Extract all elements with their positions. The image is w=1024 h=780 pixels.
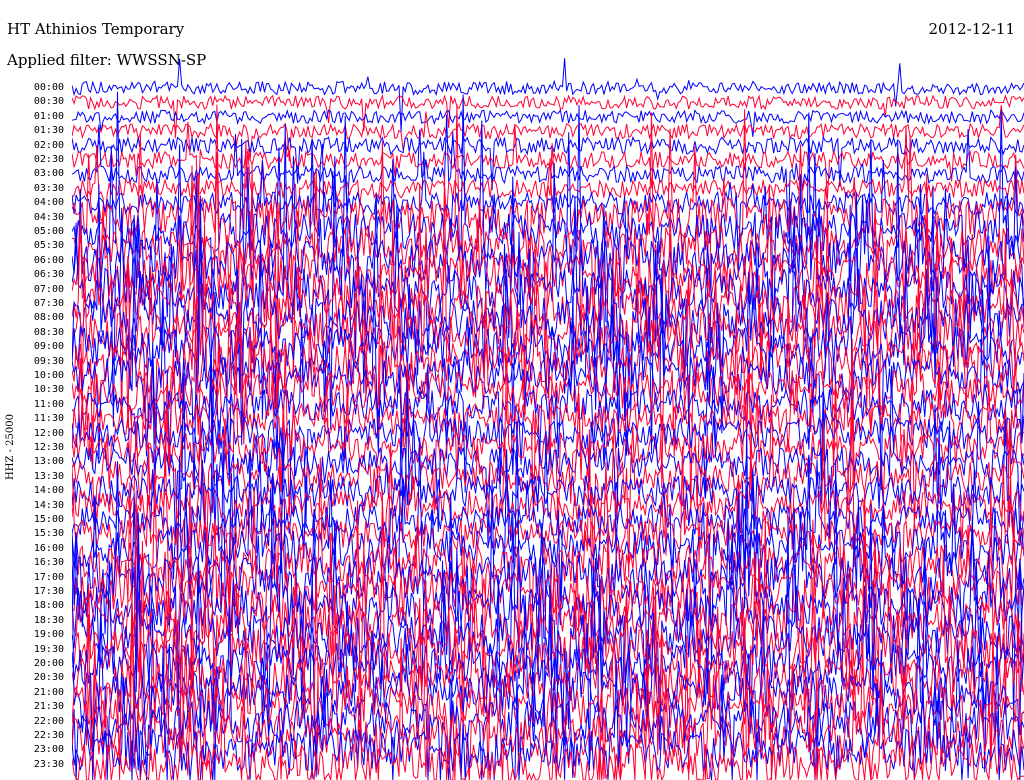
time-tick-label: 20:00 (33, 658, 64, 669)
time-tick-label: 01:00 (33, 110, 64, 122)
time-tick-label: 17:00 (33, 571, 64, 583)
time-tick-label: 03:30 (33, 182, 64, 194)
time-tick-label: 07:00 (33, 283, 64, 295)
time-tick-label: 13:30 (33, 470, 64, 482)
time-tick-label: 09:30 (33, 355, 64, 367)
time-tick-label: 11:30 (33, 413, 64, 425)
time-tick-label: 10:30 (33, 384, 64, 396)
time-tick-label: 16:00 (33, 542, 64, 554)
time-tick-label: 05:00 (33, 226, 64, 237)
time-tick-label: 00:30 (33, 96, 64, 108)
time-tick-label: 08:30 (33, 326, 64, 338)
time-tick-label: 19:30 (33, 643, 64, 655)
time-tick-label: 03:00 (33, 168, 64, 180)
time-tick-label: 21:00 (33, 686, 64, 698)
time-tick-label: 23:00 (33, 744, 64, 756)
time-tick-label: 06:30 (33, 269, 64, 281)
time-tick-label: 12:00 (33, 427, 64, 439)
time-tick-label: 00:00 (33, 82, 64, 93)
time-tick-label: 04:30 (33, 211, 64, 223)
time-tick-label: 15:00 (33, 514, 64, 525)
time-tick-label: 09:00 (33, 341, 64, 353)
time-tick-label: 14:30 (33, 499, 64, 511)
time-tick-label: 05:30 (33, 240, 64, 252)
time-tick-label: 18:00 (33, 600, 64, 612)
time-tick-label: 19:00 (33, 629, 64, 641)
seismic-trace-line (72, 58, 1024, 132)
time-tick-label: 07:30 (33, 298, 64, 309)
time-tick-label: 17:30 (33, 586, 64, 597)
time-tick-label: 04:00 (33, 197, 64, 209)
time-axis: 00:00 00:30 01:00 01:30 02:00 02:30 03:00 03:30… (0, 0, 70, 780)
helicorder-plot (72, 58, 1024, 780)
seismic-trace-line (72, 108, 1024, 137)
time-tick-label: 18:30 (33, 614, 64, 626)
time-tick-label: 22:00 (33, 715, 64, 727)
time-tick-label: 12:30 (33, 442, 64, 453)
time-tick-label: 02:30 (33, 154, 64, 165)
time-tick-label: 10:00 (33, 370, 64, 381)
time-tick-label: 16:30 (33, 557, 64, 569)
time-tick-label: 02:00 (33, 139, 64, 151)
time-tick-label: 06:00 (33, 254, 64, 266)
time-tick-label: 01:30 (33, 125, 64, 137)
time-tick-label: 11:00 (33, 398, 64, 410)
time-tick-label: 14:00 (33, 485, 64, 497)
time-tick-label: 23:30 (33, 758, 64, 770)
time-tick-label: 20:30 (33, 672, 64, 684)
time-tick-label: 21:30 (33, 701, 64, 713)
time-tick-label: 15:30 (33, 528, 64, 540)
time-tick-label: 08:00 (33, 312, 64, 324)
time-tick-label: 22:30 (33, 730, 64, 741)
time-tick-label: 13:00 (33, 456, 64, 468)
